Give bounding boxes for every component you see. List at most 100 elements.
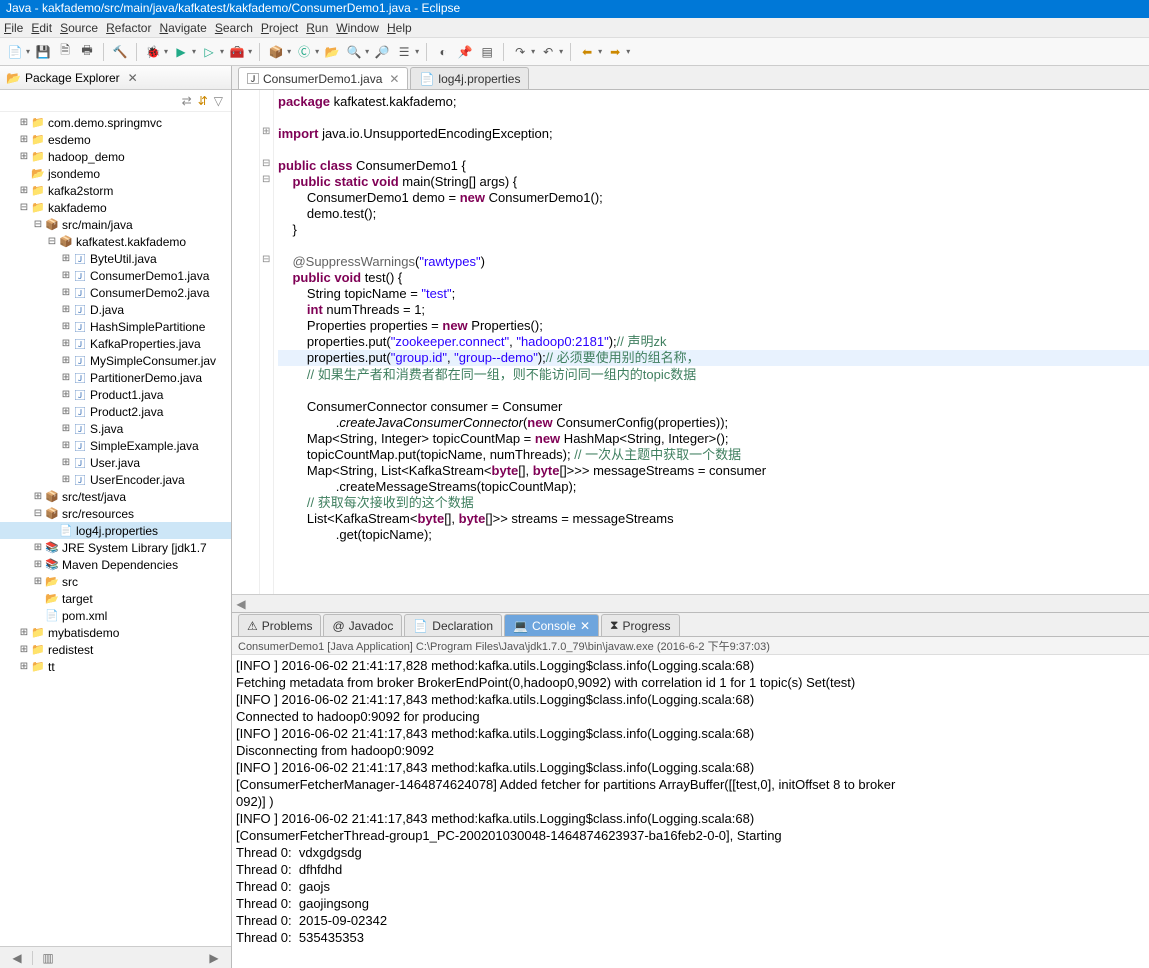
tree-node[interactable]: ⊞🄹PartitionerDemo.java bbox=[0, 369, 231, 386]
open-type-icon[interactable]: 🔍 bbox=[345, 43, 363, 61]
run-icon[interactable]: ▶ bbox=[172, 43, 190, 61]
bottom-tab-console[interactable]: 💻Console✕ bbox=[504, 614, 599, 636]
editor-tab[interactable]: 🄹ConsumerDemo1.java✕ bbox=[238, 67, 408, 89]
twist-icon[interactable]: ⊞ bbox=[18, 185, 30, 196]
tree-node[interactable]: ⊞🄹SimpleExample.java bbox=[0, 437, 231, 454]
tree-node[interactable]: ⊞📦src/test/java bbox=[0, 488, 231, 505]
step-icon[interactable]: ↷ bbox=[511, 43, 529, 61]
menu-file[interactable]: File bbox=[4, 21, 23, 35]
print-icon[interactable]: 🖶 bbox=[78, 43, 96, 61]
twist-icon[interactable]: ⊟ bbox=[32, 508, 44, 519]
run-last-icon[interactable]: ▷ bbox=[200, 43, 218, 61]
tree-node[interactable]: ⊞📁hadoop_demo bbox=[0, 148, 231, 165]
tree-node[interactable]: ⊞📚JRE System Library [jdk1.7 bbox=[0, 539, 231, 556]
collapse-all-icon[interactable]: ⇄ bbox=[182, 94, 192, 108]
tree-node[interactable]: 📂jsondemo bbox=[0, 165, 231, 182]
new-package-icon[interactable]: 📦 bbox=[267, 43, 285, 61]
twist-icon[interactable]: ⊟ bbox=[32, 219, 44, 230]
nav-cfg-icon[interactable]: ▥ bbox=[37, 950, 59, 966]
toggle-icon[interactable]: ◐ bbox=[434, 43, 452, 61]
tree-node[interactable]: ⊞🄹ConsumerDemo2.java bbox=[0, 284, 231, 301]
build-icon[interactable]: 🔨 bbox=[111, 43, 129, 61]
twist-icon[interactable]: ⊟ bbox=[18, 202, 30, 213]
fold-toggle-icon[interactable]: ⊞ bbox=[262, 126, 270, 137]
tree-node[interactable]: ⊞📚Maven Dependencies bbox=[0, 556, 231, 573]
twist-icon[interactable]: ⊞ bbox=[18, 644, 30, 655]
tree-node[interactable]: ⊞🄹D.java bbox=[0, 301, 231, 318]
code-editor[interactable]: ⊞ ⊟ ⊟ ⊟ package kafkatest.kakfademo; import… bbox=[232, 90, 1149, 594]
tree-node[interactable]: ⊟📦src/resources bbox=[0, 505, 231, 522]
menu-project[interactable]: Project bbox=[261, 21, 298, 35]
twist-icon[interactable]: ⊞ bbox=[18, 661, 30, 672]
bottom-tab-progress[interactable]: ⧗Progress bbox=[601, 614, 679, 636]
view-menu-icon[interactable]: ▽ bbox=[214, 94, 223, 108]
debug-icon[interactable]: 🐞 bbox=[144, 43, 162, 61]
twist-icon[interactable]: ⊞ bbox=[18, 134, 30, 145]
fold-toggle-icon[interactable]: ⊟ bbox=[262, 158, 270, 169]
fold-gutter[interactable]: ⊞ ⊟ ⊟ ⊟ bbox=[260, 90, 274, 594]
bottom-tab-javadoc[interactable]: @Javadoc bbox=[323, 614, 402, 636]
tree-node[interactable]: ⊞📁esdemo bbox=[0, 131, 231, 148]
tree-node[interactable]: ⊟📦src/main/java bbox=[0, 216, 231, 233]
twist-icon[interactable]: ⊞ bbox=[60, 355, 72, 366]
menu-run[interactable]: Run bbox=[306, 21, 328, 35]
twist-icon[interactable]: ⊞ bbox=[60, 287, 72, 298]
tree-node[interactable]: ⊞🄹Product2.java bbox=[0, 403, 231, 420]
package-explorer-tab[interactable]: 📂 Package Explorer ✕ bbox=[6, 71, 138, 85]
new-folder-icon[interactable]: 📂 bbox=[323, 43, 341, 61]
twist-icon[interactable]: ⊞ bbox=[60, 457, 72, 468]
twist-icon[interactable]: ⊞ bbox=[32, 542, 44, 553]
editor-tab[interactable]: 📄log4j.properties bbox=[410, 67, 529, 89]
back-icon[interactable]: ⬅ bbox=[578, 43, 596, 61]
tree-node[interactable]: 📄log4j.properties bbox=[0, 522, 231, 539]
tree-node[interactable]: ⊞📁tt bbox=[0, 658, 231, 675]
tree-node[interactable]: ⊟📁kakfademo bbox=[0, 199, 231, 216]
tree-node[interactable]: ⊞📁kafka2storm bbox=[0, 182, 231, 199]
tree-node[interactable]: ⊞📂src bbox=[0, 573, 231, 590]
nav-right-icon[interactable]: ▶ bbox=[203, 950, 225, 966]
tree-node[interactable]: ⊞🄹UserEncoder.java bbox=[0, 471, 231, 488]
tree-node[interactable]: ⊞🄹ByteUtil.java bbox=[0, 250, 231, 267]
twist-icon[interactable]: ⊞ bbox=[60, 423, 72, 434]
tree-node[interactable]: ⊞🄹HashSimplePartitione bbox=[0, 318, 231, 335]
twist-icon[interactable]: ⊞ bbox=[32, 491, 44, 502]
tree-node[interactable]: ⊞📁redistest bbox=[0, 641, 231, 658]
filter-icon[interactable]: ▤ bbox=[478, 43, 496, 61]
scroll-left-icon[interactable]: ◀ bbox=[232, 597, 250, 611]
new-icon[interactable]: 📄 bbox=[6, 43, 24, 61]
menu-navigate[interactable]: Navigate bbox=[159, 21, 206, 35]
twist-icon[interactable]: ⊞ bbox=[32, 559, 44, 570]
twist-icon[interactable]: ⊞ bbox=[60, 253, 72, 264]
ext-tools-icon[interactable]: 🧰 bbox=[228, 43, 246, 61]
tree-node[interactable]: ⊞🄹User.java bbox=[0, 454, 231, 471]
close-icon[interactable]: ✕ bbox=[580, 619, 590, 633]
code-area[interactable]: package kafkatest.kakfademo; import java… bbox=[274, 90, 1149, 594]
twist-icon[interactable]: ⊞ bbox=[60, 389, 72, 400]
tree-node[interactable]: ⊞🄹KafkaProperties.java bbox=[0, 335, 231, 352]
twist-icon[interactable]: ⊞ bbox=[60, 440, 72, 451]
menu-window[interactable]: Window bbox=[336, 21, 379, 35]
project-tree[interactable]: ⊞📁com.demo.springmvc⊞📁esdemo⊞📁hadoop_dem… bbox=[0, 112, 231, 946]
menu-edit[interactable]: Edit bbox=[31, 21, 52, 35]
twist-icon[interactable]: ⊞ bbox=[60, 270, 72, 281]
menu-source[interactable]: Source bbox=[60, 21, 98, 35]
tree-node[interactable]: ⊞🄹MySimpleConsumer.jav bbox=[0, 352, 231, 369]
bottom-tab-problems[interactable]: ⚠Problems bbox=[238, 614, 321, 636]
tree-node[interactable]: 📂target bbox=[0, 590, 231, 607]
editor-hscroll[interactable]: ◀ bbox=[232, 594, 1149, 612]
bottom-tab-declaration[interactable]: 📄Declaration bbox=[404, 614, 502, 636]
new-class-icon[interactable]: Ⓒ bbox=[295, 43, 313, 61]
twist-icon[interactable]: ⊞ bbox=[18, 117, 30, 128]
forward-icon[interactable]: ➡ bbox=[606, 43, 624, 61]
fold-toggle-icon[interactable]: ⊟ bbox=[262, 254, 270, 265]
twist-icon[interactable]: ⊞ bbox=[60, 304, 72, 315]
menu-search[interactable]: Search bbox=[215, 21, 253, 35]
tree-node[interactable]: ⊞📁com.demo.springmvc bbox=[0, 114, 231, 131]
twist-icon[interactable]: ⊟ bbox=[46, 236, 58, 247]
link-editor-icon[interactable]: ⇵ bbox=[198, 94, 208, 108]
twist-icon[interactable]: ⊞ bbox=[60, 338, 72, 349]
save-all-icon[interactable]: 🗎 bbox=[56, 43, 74, 61]
step-icon2[interactable]: ↶ bbox=[539, 43, 557, 61]
fold-toggle-icon[interactable]: ⊟ bbox=[262, 174, 270, 185]
pin-icon[interactable]: 📌 bbox=[456, 43, 474, 61]
